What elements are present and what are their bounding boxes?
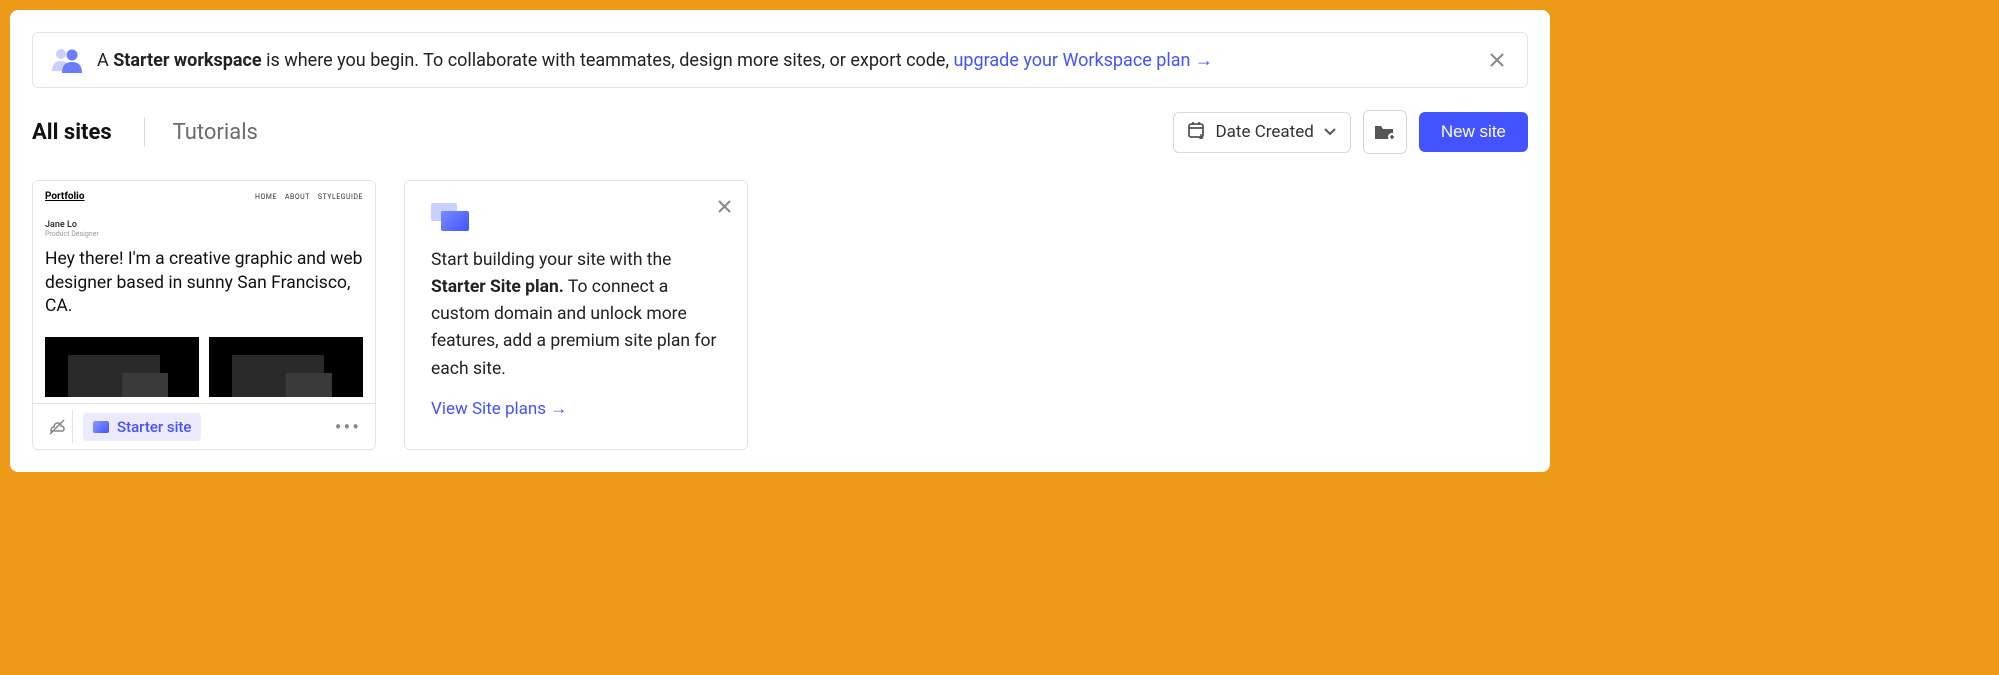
chevron-down-icon	[1324, 125, 1336, 139]
close-icon[interactable]	[1485, 48, 1509, 72]
banner-rest: is where you begin. To collaborate with …	[262, 50, 954, 71]
badge-label: Starter site	[117, 418, 191, 436]
promo-before: Start building your site with the	[431, 250, 671, 270]
thumb-description: Hey there! I'm a creative graphic and we…	[45, 248, 363, 319]
stacked-folders-icon	[431, 203, 721, 231]
view-site-plans-link[interactable]: View Site plans →	[431, 399, 721, 419]
thumb-author-name: Jane Lo	[45, 220, 363, 230]
tabs: All sites Tutorials	[32, 116, 258, 149]
new-folder-button[interactable]	[1363, 110, 1407, 154]
sort-label: Date Created	[1216, 122, 1314, 142]
workspace-upgrade-banner: A Starter workspace is where you begin. …	[32, 32, 1528, 88]
site-card-footer: Starter site •••	[33, 403, 375, 449]
banner-bold: Starter workspace	[113, 50, 261, 71]
thumb-author-role: Product Designer	[45, 230, 363, 238]
site-plan-badge[interactable]: Starter site	[83, 413, 201, 441]
app-frame: A Starter workspace is where you begin. …	[10, 10, 1550, 472]
sort-dropdown[interactable]: Date Created	[1173, 112, 1351, 153]
toolbar: All sites Tutorials Date Created New sit…	[32, 110, 1528, 154]
site-thumbnail: Portfolio HOME ABOUT STYLEGUIDE Jane Lo …	[33, 181, 375, 403]
tab-all-sites[interactable]: All sites	[32, 116, 112, 149]
site-plan-promo-card: Start building your site with the Starte…	[404, 180, 748, 450]
tab-divider	[144, 118, 145, 146]
site-card[interactable]: Portfolio HOME ABOUT STYLEGUIDE Jane Lo …	[32, 180, 376, 450]
thumb-nav-styleguide: STYLEGUIDE	[318, 193, 363, 201]
unpublished-icon	[41, 410, 73, 443]
new-site-button[interactable]: New site	[1419, 112, 1528, 152]
thumb-image-1	[45, 337, 199, 397]
calendar-icon	[1188, 121, 1206, 144]
folder-icon	[93, 421, 109, 433]
tab-tutorials[interactable]: Tutorials	[173, 116, 258, 149]
thumb-nav-home: HOME	[255, 193, 277, 201]
cards-grid: Portfolio HOME ABOUT STYLEGUIDE Jane Lo …	[32, 180, 1528, 450]
promo-bold: Starter Site plan.	[431, 277, 564, 297]
upgrade-workspace-link[interactable]: upgrade your Workspace plan →	[953, 50, 1212, 71]
thumb-nav-about: ABOUT	[285, 193, 310, 201]
banner-text: A Starter workspace is where you begin. …	[97, 50, 1471, 71]
promo-text: Start building your site with the Starte…	[431, 247, 721, 383]
banner-prefix: A	[97, 50, 113, 71]
close-icon[interactable]	[718, 197, 731, 218]
more-options-button[interactable]: •••	[329, 415, 367, 439]
thumb-logo: Portfolio	[45, 191, 84, 202]
thumb-image-2	[209, 337, 363, 397]
people-icon	[51, 47, 83, 73]
